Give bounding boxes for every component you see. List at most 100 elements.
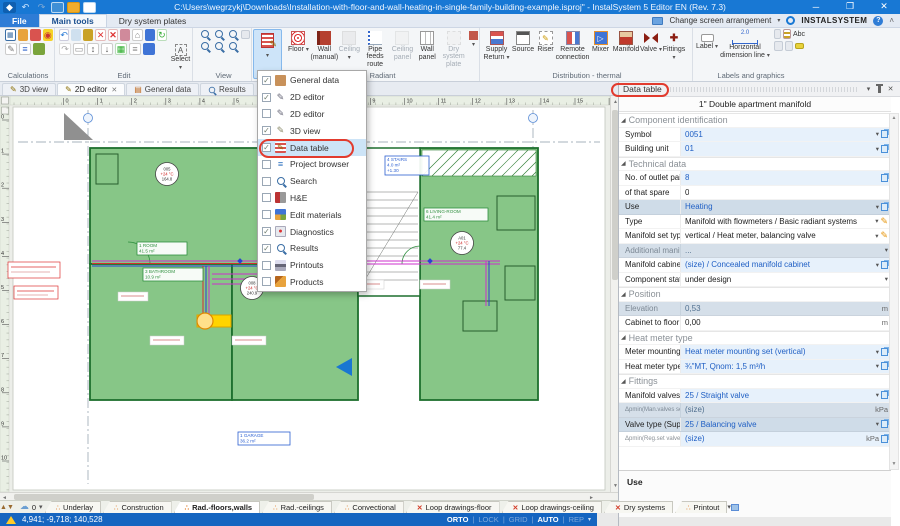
horizontal-dimension-line-button[interactable]: 2.0 Horizontal dimension line ▾ — [719, 30, 771, 68]
dropdown-caret-icon[interactable]: ▾ — [875, 217, 878, 225]
dropdown-caret-icon[interactable]: ▾ — [876, 420, 879, 428]
dropdown-caret-icon[interactable]: ▾ — [875, 232, 878, 240]
menu-item-data-table[interactable]: ✎ Data table — [258, 139, 366, 156]
menu-item-printouts[interactable]: Printouts — [258, 257, 366, 274]
tab-3d-view[interactable]: ✎ 3D view — [2, 83, 56, 95]
tab-main-tools[interactable]: Main tools — [39, 14, 107, 27]
dropdown-caret-icon[interactable]: ▾ — [876, 130, 879, 138]
toggle-orto[interactable]: ORTO — [447, 515, 469, 524]
layer-tab-convectional[interactable]: ∴Convectional — [334, 501, 404, 513]
menu-item-3d-view[interactable]: ✎ 3D view — [258, 122, 366, 139]
copy-icon[interactable] — [881, 145, 888, 153]
warning-icon[interactable] — [6, 516, 16, 524]
dropdown-caret-icon[interactable]: ▾ — [885, 275, 888, 283]
copy-icon[interactable] — [881, 420, 888, 428]
canvas-horizontal-scrollbar[interactable]: ◄ ► — [0, 492, 618, 500]
riser-button[interactable]: ✎ Riser — [535, 30, 556, 68]
property-value[interactable]: Manifold with flowmeters / Basic radiant… — [681, 215, 890, 229]
chevron-down-icon[interactable]: ▾ — [588, 516, 591, 523]
scroll-up-icon[interactable]: ▲ — [890, 114, 898, 123]
undo-icon[interactable]: ↶ — [59, 29, 69, 41]
checkbox[interactable] — [262, 93, 271, 102]
dropdown-caret-icon[interactable]: ▾ — [876, 348, 879, 356]
layer-up-icon[interactable]: ▲ — [0, 501, 7, 513]
pan-icon[interactable] — [229, 42, 237, 50]
property-row-use[interactable]: Use Heating ▾ — [619, 200, 890, 215]
grid-edit-icon[interactable]: ▦ — [115, 43, 127, 55]
copy-icon[interactable] — [881, 362, 888, 370]
tab-2d-editor[interactable]: ✎ 2D editor ✕ — [57, 83, 125, 95]
checkbox[interactable] — [262, 210, 271, 219]
property-row-cabinet-floor-distance[interactable]: Cabinet to floor distance 0,00 m — [619, 316, 890, 331]
zoom-in-icon[interactable] — [201, 30, 209, 38]
checkbox[interactable] — [262, 76, 271, 85]
property-row-additional-accessories[interactable]: Additional manifold accessories ... ▾ — [619, 244, 890, 259]
panel-header[interactable]: Data table ▾ ✕ — [619, 82, 900, 97]
section-position[interactable]: ◢ Position — [619, 287, 890, 302]
move-vertical-icon[interactable]: ↕ — [87, 43, 99, 55]
close-button[interactable]: ✕ — [874, 0, 894, 13]
close-tab-icon[interactable]: ✕ — [111, 86, 117, 94]
property-value[interactable]: 01 ▾ — [681, 142, 890, 156]
property-row-outlet-pairs[interactable]: No. of outlet pairs 8 — [619, 171, 890, 186]
undo-icon[interactable]: ↶ — [19, 2, 32, 13]
flip-icon[interactable] — [120, 29, 130, 41]
dropdown-caret-icon[interactable]: ▾ — [876, 362, 879, 370]
property-row-manifold-valves-set[interactable]: Manifold valves set 25 / Straight valve … — [619, 389, 890, 404]
checkbox[interactable] — [262, 143, 271, 152]
menu-item-results[interactable]: Results — [258, 240, 366, 257]
property-value[interactable]: (size) kPa — [681, 403, 890, 417]
maximize-button[interactable]: ❐ — [840, 0, 860, 13]
menu-item-project-browser[interactable]: ≡ Project browser — [258, 156, 366, 173]
copy-icon[interactable] — [881, 261, 888, 269]
property-value[interactable]: ¾"MT, Qnom: 1,5 m³/h ▾ — [681, 360, 890, 374]
pin-icon[interactable] — [878, 86, 881, 93]
property-value[interactable]: 0,00 m — [681, 316, 890, 330]
property-value[interactable]: Heating ▾ — [681, 200, 890, 214]
wall-panel-button[interactable]: Wall panel — [415, 30, 439, 68]
dock-grip[interactable] — [670, 87, 859, 92]
menu-item-products[interactable]: Products — [258, 274, 366, 291]
checkbox[interactable] — [262, 126, 271, 135]
calc-options-icon[interactable] — [18, 29, 28, 41]
pipe-feeds-route-button[interactable]: Pipe feeds route — [361, 30, 390, 68]
menu-item-diagnostics[interactable]: ● Diagnostics — [258, 223, 366, 240]
chevron-down-icon[interactable]: ▾ — [863, 84, 874, 95]
wall-manual-button[interactable]: Wall (manual) — [311, 30, 338, 68]
property-row-symbol[interactable]: Symbol 0051 ▾ — [619, 128, 890, 143]
highlighter-icon[interactable] — [795, 43, 804, 49]
tab-general-data[interactable]: ▤ General data — [126, 83, 199, 95]
zoom-out-icon[interactable] — [215, 30, 223, 38]
layer-tab-printout[interactable]: ∴Printout — [675, 501, 727, 513]
move-down-icon[interactable]: ↓ — [101, 43, 113, 55]
copy-icon[interactable] — [71, 29, 81, 41]
section-technical-data[interactable]: ◢ Technical data — [619, 157, 890, 172]
property-value[interactable]: (size) kPa — [681, 432, 890, 446]
table-tool-icon[interactable] — [774, 41, 783, 51]
menu-item-search[interactable]: Search — [258, 173, 366, 190]
ceiling-button[interactable]: Ceiling ▾ — [338, 30, 361, 68]
collapse-ribbon-icon[interactable]: ˄ — [889, 16, 894, 25]
property-value[interactable]: under design ▾ — [681, 273, 890, 287]
menu-item-2d-editor[interactable]: ✎ 2D editor — [258, 89, 366, 106]
abc-text-icon[interactable]: Abc — [793, 31, 805, 38]
dropdown-caret-icon[interactable]: ▾ — [876, 391, 879, 399]
property-value[interactable]: (size) / Concealed manifold cabinet ▾ — [681, 258, 890, 272]
door-icon[interactable] — [145, 29, 155, 41]
toggle-auto[interactable]: AUTO — [537, 515, 558, 524]
menu-item-edit-materials[interactable]: Edit materials — [258, 206, 366, 223]
dropdown-caret-icon[interactable]: ▾ — [876, 261, 879, 269]
dropdown-caret-icon[interactable]: ▾ — [885, 246, 888, 254]
edit-pencil-icon[interactable]: ✎ — [880, 230, 888, 241]
calc-edit-icon[interactable]: ✎ — [5, 43, 17, 55]
property-row-valve-type-supply[interactable]: Valve type (Supply) 25 / Balancing valve… — [619, 418, 890, 433]
change-screen-arrangement-button[interactable]: Change screen arrangement — [669, 16, 771, 25]
dry-system-plate-button[interactable]: Dry system plate — [439, 30, 468, 68]
dropdown-caret-icon[interactable]: ▾ — [876, 145, 879, 153]
canvas-vertical-scrollbar[interactable]: ▲ ▼ — [610, 96, 618, 492]
calc-results-icon[interactable]: ◉ — [43, 29, 53, 41]
property-value[interactable]: 0 — [681, 186, 890, 200]
toggle-lock[interactable]: LOCK — [478, 515, 498, 524]
delete-icon[interactable]: ✕ — [108, 29, 118, 41]
layer-tab-rad-floors-walls[interactable]: ∴Rad.-floors,walls — [174, 501, 260, 513]
